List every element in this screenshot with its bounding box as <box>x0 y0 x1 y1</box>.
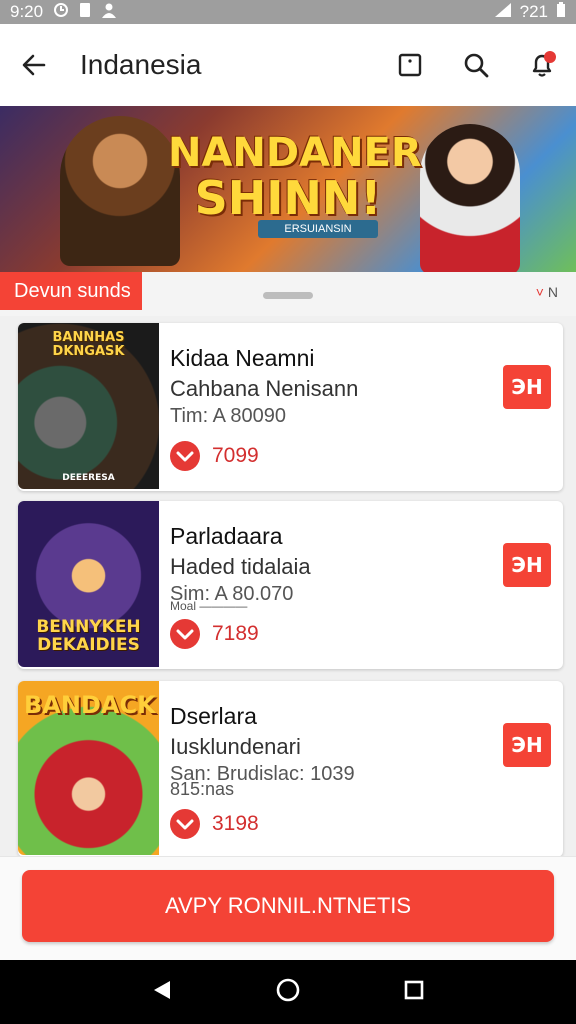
battery-icon <box>556 1 566 23</box>
item-action-button[interactable]: ЭН <box>503 723 551 767</box>
page-title: Indanesia <box>80 49 202 80</box>
promo-banner[interactable]: NANDANER SHINN! ERSUIANSIN <box>0 106 576 272</box>
item-action-button[interactable]: ЭН <box>503 365 551 409</box>
girl-character-image <box>420 124 520 272</box>
item-meta-secondary: 815:nas <box>170 779 235 799</box>
item-price: 7099 <box>212 444 259 467</box>
drag-handle[interactable] <box>263 292 313 299</box>
battery-text: ?21 <box>519 2 548 21</box>
banner-ribbon: ERSUIANSIN <box>258 220 378 238</box>
thumbnail-title: BANDACK <box>24 691 156 719</box>
status-bar: 9:20 ?21 <box>0 0 576 24</box>
thumbnail-title: BANNHAS DKNGASK <box>52 330 125 359</box>
item-action-button[interactable]: ЭН <box>503 543 551 587</box>
sim-icon <box>79 2 91 23</box>
nav-recents-icon[interactable] <box>403 979 425 1006</box>
list-item[interactable]: BANDACK Dserlara Iusklundenari San: Brud… <box>18 681 563 857</box>
game-thumbnail: BANNHAS DKNGASK DEEERESA <box>18 323 159 489</box>
nav-home-icon[interactable] <box>275 977 301 1008</box>
item-name: Parladaara <box>170 523 283 549</box>
signal-icon <box>494 2 512 23</box>
game-thumbnail: BANDACK <box>18 681 159 855</box>
square-icon[interactable] <box>394 49 426 81</box>
app-bar: Indanesia <box>0 24 576 106</box>
item-subtitle: Haded tidalaia <box>170 554 311 579</box>
item-price: 7189 <box>212 622 259 645</box>
thumbnail-footer: DEEERESA <box>62 472 115 483</box>
thumbnail-title: BENNYKEH DEKAIDIES <box>36 617 141 655</box>
section-tag[interactable]: Devun sunds <box>0 272 142 310</box>
notification-bell-icon[interactable] <box>526 49 558 81</box>
item-name: Dserlara <box>170 703 257 729</box>
section-extra-label: N <box>547 284 558 300</box>
list-item[interactable]: BANNHAS DKNGASK DEEERESA Kidaa Neamni Ca… <box>18 323 563 491</box>
list-item[interactable]: BENNYKEH DEKAIDIES Parladaara Haded tida… <box>18 501 563 669</box>
search-icon[interactable] <box>460 49 492 81</box>
banner-logo-line1: NANDANER <box>168 130 422 176</box>
game-thumbnail: BENNYKEH DEKAIDIES <box>18 501 159 667</box>
primary-cta-button[interactable]: AVPY RONNIL.NTNETIS <box>22 870 554 942</box>
banner-logo: NANDANER SHINN! <box>168 130 422 225</box>
item-subtitle: Cahbana Nenisann <box>170 376 359 401</box>
status-time: 9:20 <box>10 2 44 21</box>
nav-back-icon[interactable] <box>151 979 173 1006</box>
section-header: Devun sunds ˅ N <box>0 272 576 316</box>
favorite-check-icon[interactable] <box>170 441 200 471</box>
item-meta: Tim: A 80090 <box>170 405 286 427</box>
item-price: 3198 <box>212 812 259 835</box>
person-icon <box>101 2 117 23</box>
chevron-down-icon: ˅ <box>535 284 544 300</box>
system-nav-bar <box>0 960 576 1024</box>
item-subtitle: Iusklundenari <box>170 734 301 759</box>
section-extra[interactable]: ˅ N <box>536 284 558 300</box>
notification-dot <box>544 51 556 63</box>
item-meta-secondary: Moal ———— <box>170 599 248 613</box>
bottom-panel: AVPY RONNIL.NTNETIS <box>0 856 576 960</box>
favorite-check-icon[interactable] <box>170 809 200 839</box>
banner-logo-line2: SHINN! <box>194 171 382 225</box>
item-name: Kidaa Neamni <box>170 345 315 371</box>
sync-icon <box>53 2 69 23</box>
arrow-back-icon[interactable] <box>18 49 50 81</box>
adventurer-character-image <box>60 116 180 266</box>
favorite-check-icon[interactable] <box>170 619 200 649</box>
